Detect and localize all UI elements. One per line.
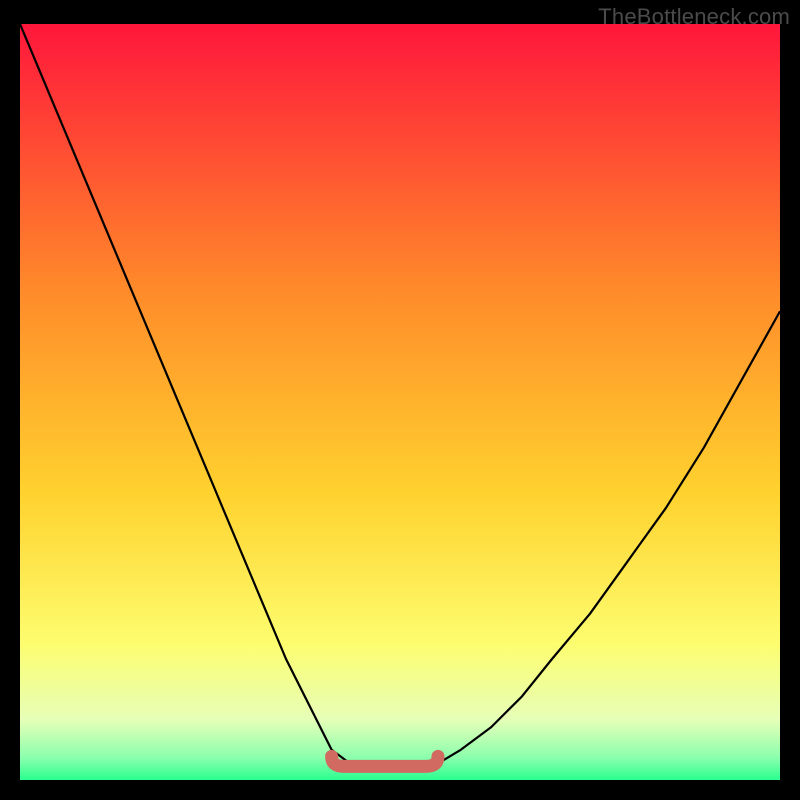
gradient-background	[20, 24, 780, 780]
chart-frame: TheBottleneck.com	[0, 0, 800, 800]
bottleneck-plot	[20, 24, 780, 780]
watermark-text: TheBottleneck.com	[598, 4, 790, 30]
plot-svg	[20, 24, 780, 780]
